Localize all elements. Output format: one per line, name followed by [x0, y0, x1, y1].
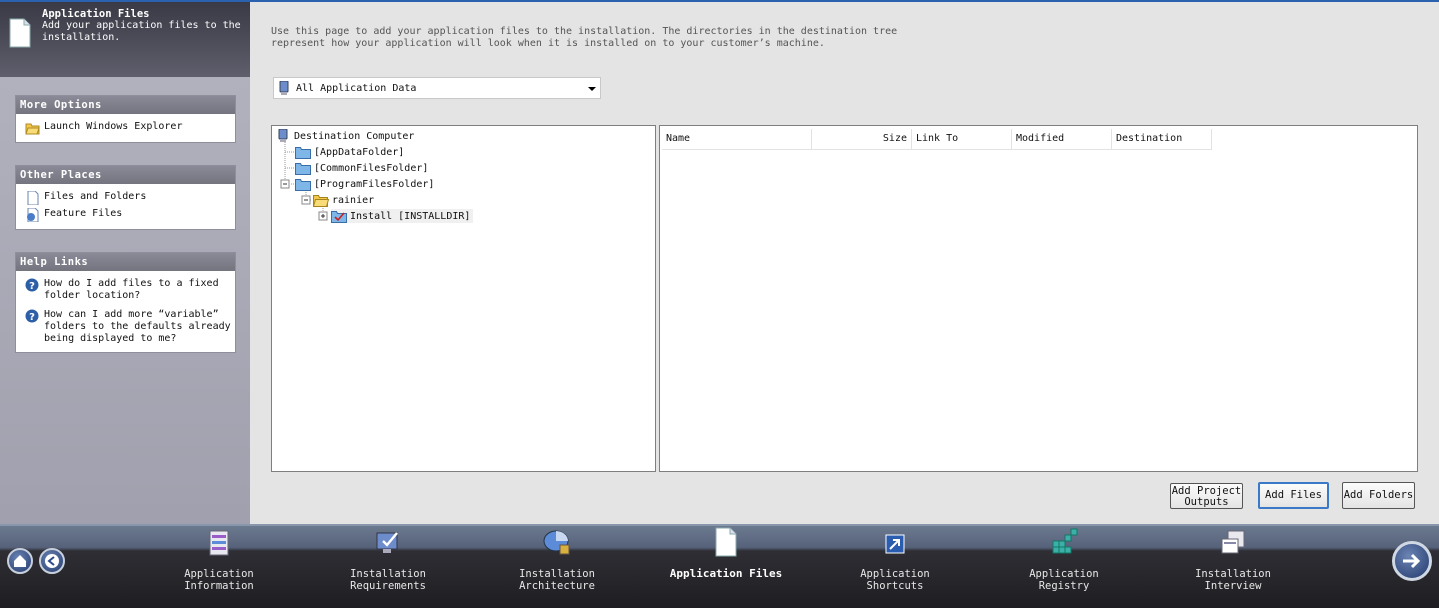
other-places-title: Other Places [16, 166, 235, 184]
feature-files-link[interactable]: Feature Files [16, 206, 235, 223]
bottom-navigation: Application Information Installation Req… [0, 524, 1439, 608]
help-link-fixed-folder[interactable]: ? How do I add files to a fixed folder l… [16, 276, 235, 303]
column-header-link-to[interactable]: Link To [912, 129, 1012, 149]
next-button[interactable] [1392, 541, 1432, 581]
add-project-outputs-button[interactable]: Add Project Outputs [1170, 483, 1243, 509]
add-folders-button[interactable]: Add Folders [1342, 482, 1415, 509]
chevron-down-icon[interactable] [588, 87, 596, 91]
files-and-folders-link[interactable]: Files and Folders [16, 189, 235, 206]
help-icon: ? [25, 278, 39, 292]
svg-text:?: ? [29, 281, 35, 292]
nav-application-information[interactable]: Application Information [159, 527, 279, 592]
nav-application-shortcuts[interactable]: Application Shortcuts [835, 527, 955, 592]
back-arrow-icon [45, 554, 59, 568]
folder-icon [295, 162, 311, 175]
tree-node-appdatafolder[interactable]: [AppDataFolder] [295, 145, 404, 159]
installation-requirements-icon [376, 532, 398, 553]
column-header-name[interactable]: Name [662, 129, 812, 149]
computer-icon [279, 81, 289, 95]
installation-interview-icon [1221, 530, 1245, 554]
filter-dropdown[interactable]: All Application Data [273, 77, 601, 99]
forward-arrow-icon [1403, 553, 1421, 569]
nav-installation-architecture[interactable]: Installation Architecture [497, 527, 617, 592]
feature-files-icon [27, 208, 39, 222]
installdir-icon [331, 210, 347, 223]
page-title: Application Files [42, 8, 150, 20]
svg-text:?: ? [29, 312, 35, 323]
tree-node-commonfilesfolder[interactable]: [CommonFilesFolder] [295, 161, 428, 175]
more-options-title: More Options [16, 96, 235, 114]
folder-icon [295, 178, 311, 191]
column-header-size[interactable]: Size [812, 129, 912, 149]
document-icon [27, 191, 39, 205]
more-options-box: More Options Launch Windows Explorer [15, 95, 236, 143]
installation-architecture-icon [543, 530, 570, 555]
launch-windows-explorer-link[interactable]: Launch Windows Explorer [16, 119, 235, 136]
page-subtitle: Add your application files to the instal… [42, 20, 241, 43]
application-information-icon [209, 530, 229, 556]
destination-tree[interactable]: Destination Computer [AppDataFolder] [Co… [271, 125, 656, 472]
document-icon [9, 18, 31, 48]
home-icon [14, 555, 26, 567]
application-shortcuts-icon [885, 534, 905, 554]
tree-node-programfilesfolder[interactable]: [ProgramFilesFolder] [295, 177, 434, 191]
computer-icon [278, 129, 288, 142]
nav-installation-requirements[interactable]: Installation Requirements [328, 527, 448, 592]
nav-top-border [0, 524, 1439, 526]
file-list[interactable]: Name Size Link To Modified Destination [659, 125, 1418, 472]
folder-open-icon [313, 194, 329, 207]
tree-node-rainier[interactable]: rainier [313, 193, 374, 207]
nav-application-files[interactable]: Application Files [666, 527, 786, 580]
nav-installation-interview[interactable]: Installation Interview [1173, 527, 1293, 592]
tree-node-destination-computer[interactable]: Destination Computer [277, 129, 414, 143]
help-icon: ? [25, 309, 39, 323]
left-panel: Application Files Add your application f… [0, 2, 250, 524]
page-description: Use this page to add your application fi… [271, 26, 898, 49]
column-header-modified[interactable]: Modified [1012, 129, 1112, 149]
tree-node-installdir[interactable]: Install [INSTALLDIR] [331, 209, 474, 223]
page-header: Application Files Add your application f… [0, 2, 250, 77]
application-files-icon [715, 527, 737, 557]
back-button[interactable] [39, 548, 65, 574]
nav-application-registry[interactable]: Application Registry [1004, 527, 1124, 592]
folder-icon [295, 146, 311, 159]
help-links-title: Help Links [16, 253, 235, 271]
add-files-button[interactable]: Add Files [1258, 482, 1329, 509]
home-button[interactable] [7, 548, 33, 574]
application-registry-icon [1052, 528, 1078, 554]
help-link-variable-folders[interactable]: ? How can I add more “variable” folders … [16, 307, 235, 346]
filter-selected: All Application Data [296, 83, 417, 94]
help-links-box: Help Links ? How do I add files to a fix… [15, 252, 236, 353]
folder-explorer-icon [25, 123, 40, 135]
other-places-box: Other Places Files and Folders Feature F… [15, 165, 236, 230]
file-list-header: Name Size Link To Modified Destination [662, 129, 1212, 150]
column-header-destination[interactable]: Destination [1112, 129, 1212, 149]
